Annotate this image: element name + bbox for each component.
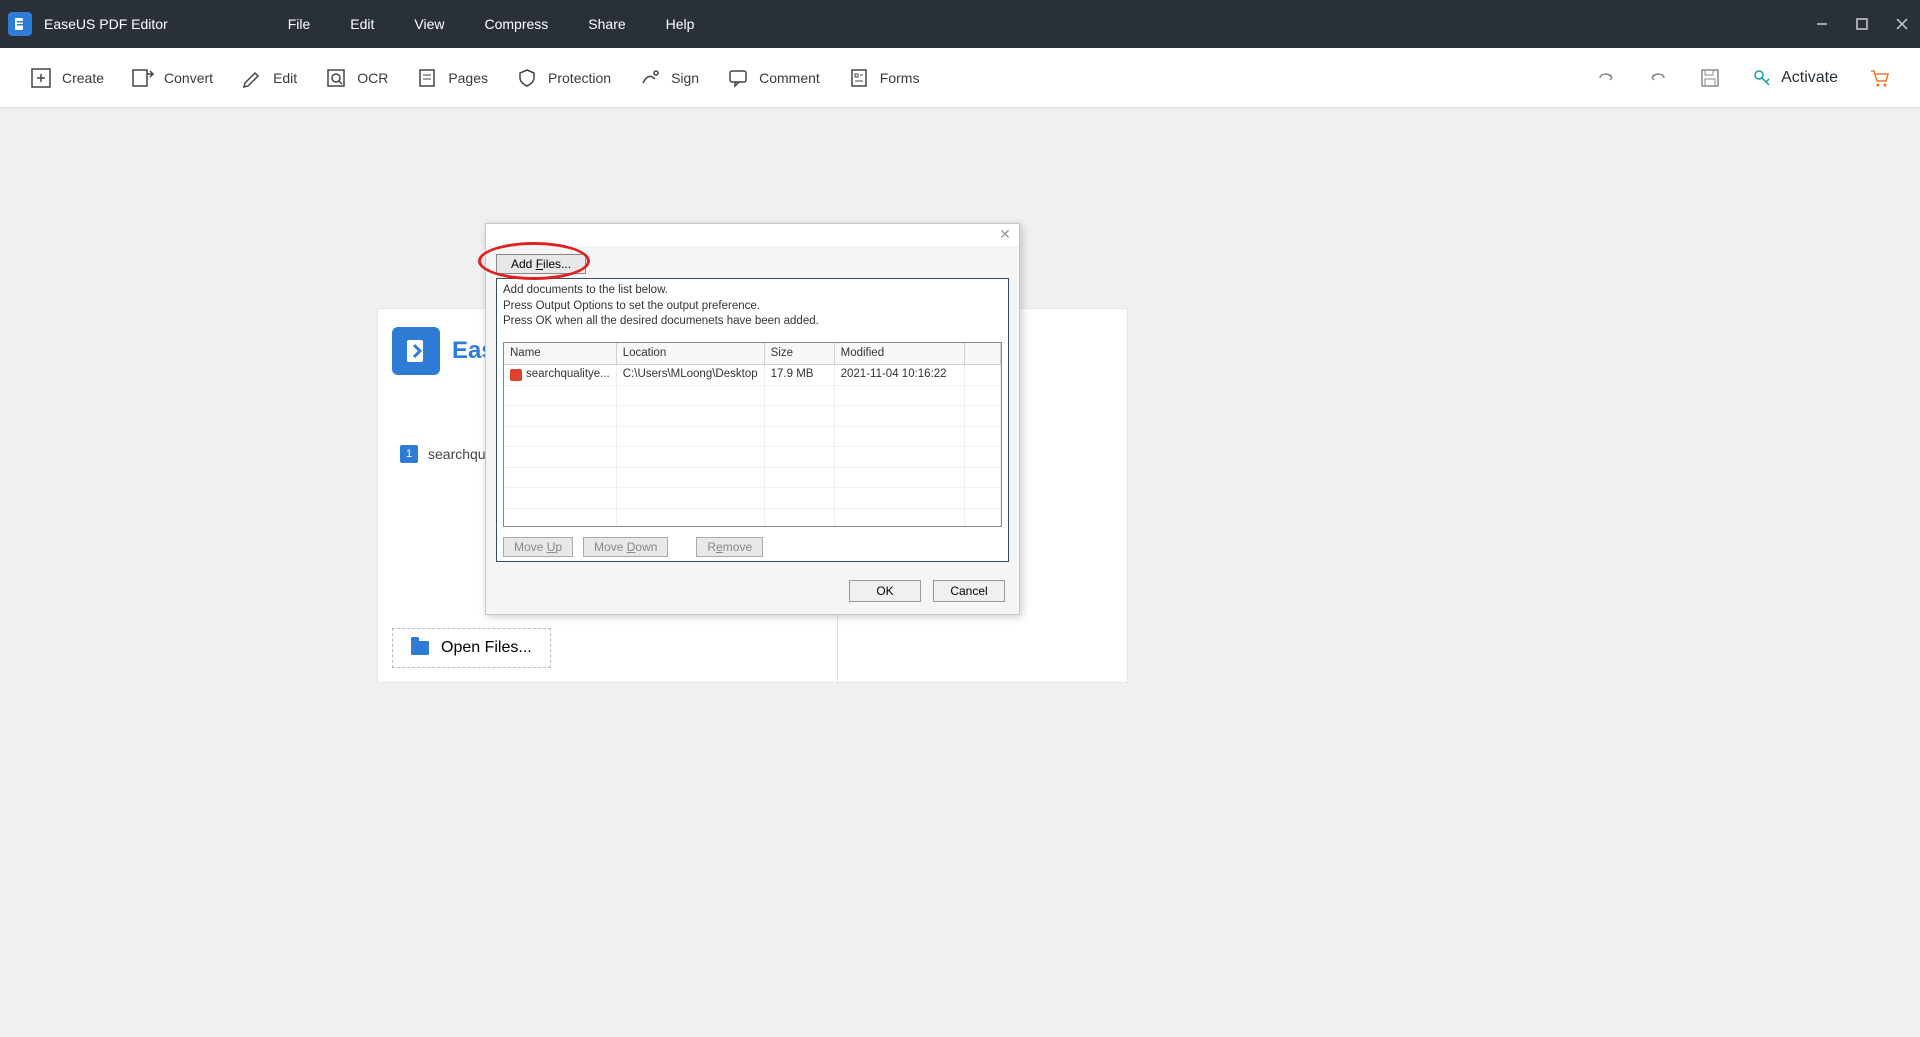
forms-icon xyxy=(848,67,870,89)
col-name[interactable]: Name xyxy=(504,343,616,365)
pdf-icon xyxy=(510,369,522,381)
convert-button[interactable]: Convert xyxy=(132,67,213,89)
dialog-titlebar: ✕ xyxy=(486,224,1019,246)
sign-label: Sign xyxy=(671,70,699,86)
ok-button[interactable]: OK xyxy=(849,580,921,602)
comment-button[interactable]: Comment xyxy=(727,67,820,89)
comment-label: Comment xyxy=(759,70,820,86)
cell-location: C:\Users\MLoong\Desktop xyxy=(616,365,764,386)
col-blank xyxy=(964,343,1000,365)
move-up-button[interactable]: Move Up xyxy=(503,537,573,557)
pages-label: Pages xyxy=(448,70,488,86)
comment-icon xyxy=(727,67,749,89)
ocr-icon xyxy=(325,67,347,89)
main-area: EaseU 1 searchquality Open Files... ✕ Ad… xyxy=(0,108,1920,1037)
instruction-box: Add documents to the list below. Press O… xyxy=(496,278,1009,562)
sign-button[interactable]: Sign xyxy=(639,67,699,89)
instruction-line-2: Press Output Options to set the output p… xyxy=(503,299,1002,315)
menu-help[interactable]: Help xyxy=(666,16,695,32)
activate-label: Activate xyxy=(1781,69,1838,87)
brand-icon xyxy=(392,327,440,375)
ocr-button[interactable]: OCR xyxy=(325,67,388,89)
window-controls xyxy=(1812,14,1912,34)
protection-label: Protection xyxy=(548,70,611,86)
forms-button[interactable]: Forms xyxy=(848,67,920,89)
pages-button[interactable]: Pages xyxy=(416,67,488,89)
pages-icon xyxy=(416,67,438,89)
maximize-icon[interactable] xyxy=(1852,14,1872,34)
open-files-button[interactable]: Open Files... xyxy=(392,628,551,668)
menu-edit[interactable]: Edit xyxy=(350,16,374,32)
title-bar: EaseUS PDF Editor File Edit View Compres… xyxy=(0,0,1920,48)
add-files-button[interactable]: Add Files... xyxy=(496,254,586,274)
protection-button[interactable]: Protection xyxy=(516,67,611,89)
forms-label: Forms xyxy=(880,70,920,86)
undo-icon[interactable] xyxy=(1647,67,1669,89)
action-row: Move Up Move Down Remove xyxy=(503,537,1002,557)
col-modified[interactable]: Modified xyxy=(834,343,964,365)
key-icon xyxy=(1751,67,1773,89)
pencil-icon xyxy=(241,67,263,89)
instruction-line-1: Add documents to the list below. xyxy=(503,283,1002,299)
menu-view[interactable]: View xyxy=(414,16,444,32)
dialog-close-icon[interactable]: ✕ xyxy=(997,226,1013,242)
sign-icon xyxy=(639,67,661,89)
file-table[interactable]: Name Location Size Modified searchqualit… xyxy=(503,342,1002,527)
col-location[interactable]: Location xyxy=(616,343,764,365)
edit-button[interactable]: Edit xyxy=(241,67,297,89)
app-title: EaseUS PDF Editor xyxy=(44,16,168,32)
table-row[interactable]: searchqualitye... C:\Users\MLoong\Deskto… xyxy=(504,365,1001,386)
ocr-label: OCR xyxy=(357,70,388,86)
create-button[interactable]: Create xyxy=(30,67,104,89)
cancel-button[interactable]: Cancel xyxy=(933,580,1005,602)
edit-label: Edit xyxy=(273,70,297,86)
menu-bar: File Edit View Compress Share Help xyxy=(288,16,695,32)
convert-icon xyxy=(132,67,154,89)
minimize-icon[interactable] xyxy=(1812,14,1832,34)
cart-icon[interactable] xyxy=(1868,67,1890,89)
redo-icon[interactable] xyxy=(1595,67,1617,89)
menu-file[interactable]: File xyxy=(288,16,311,32)
menu-share[interactable]: Share xyxy=(588,16,625,32)
open-files-label: Open Files... xyxy=(441,639,532,657)
cell-size: 17.9 MB xyxy=(764,365,834,386)
menu-compress[interactable]: Compress xyxy=(485,16,549,32)
move-down-button[interactable]: Move Down xyxy=(583,537,668,557)
dialog-footer: OK Cancel xyxy=(486,572,1019,614)
folder-icon xyxy=(411,641,429,655)
shield-icon xyxy=(516,67,538,89)
activate-button[interactable]: Activate xyxy=(1751,67,1838,89)
instruction-line-3: Press OK when all the desired documenets… xyxy=(503,314,1002,330)
cell-modified: 2021-11-04 10:16:22 xyxy=(834,365,964,386)
close-icon[interactable] xyxy=(1892,14,1912,34)
convert-label: Convert xyxy=(164,70,213,86)
create-label: Create xyxy=(62,70,104,86)
toolbar: Create Convert Edit OCR Pages Protection… xyxy=(0,48,1920,108)
col-size[interactable]: Size xyxy=(764,343,834,365)
add-files-dialog: ✕ Add Files... Add documents to the list… xyxy=(485,223,1020,615)
cell-name: searchqualitye... xyxy=(526,367,610,383)
recent-badge: 1 xyxy=(400,445,418,463)
remove-button[interactable]: Remove xyxy=(696,537,763,557)
save-icon[interactable] xyxy=(1699,67,1721,89)
plus-icon xyxy=(30,67,52,89)
app-icon xyxy=(8,12,32,36)
